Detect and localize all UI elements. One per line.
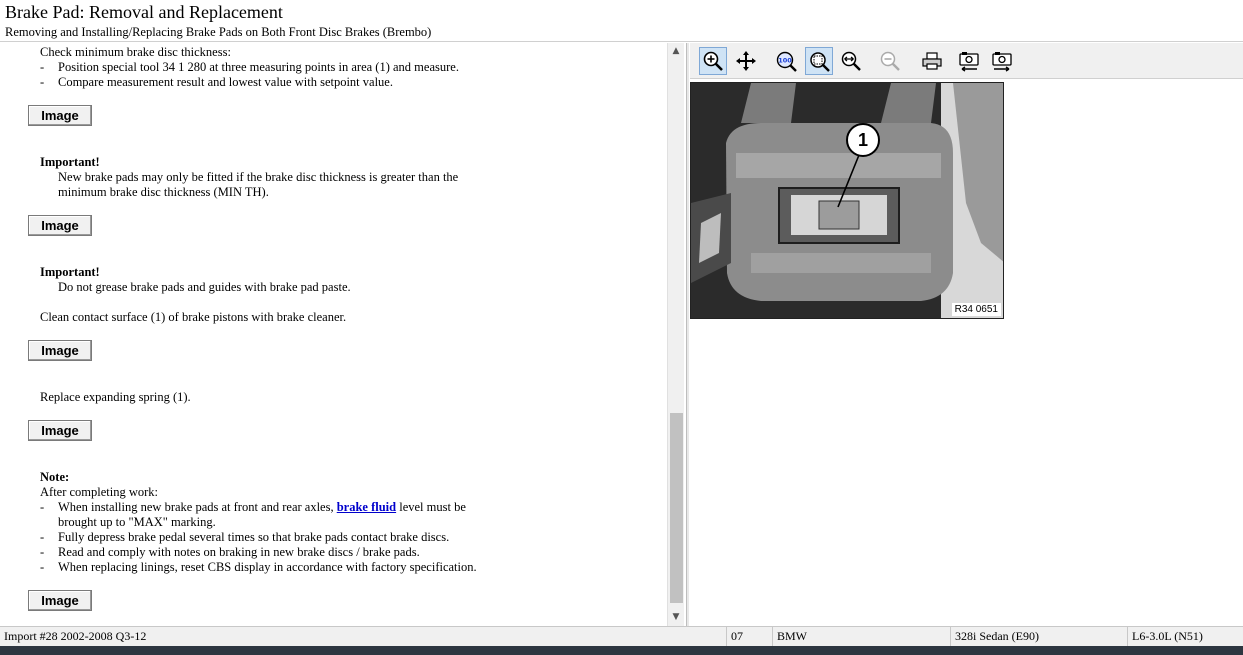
clean-instruction: Clean contact surface (1) of brake pisto… bbox=[40, 310, 347, 324]
print-icon[interactable] bbox=[918, 47, 946, 75]
scroll-down-arrow-icon[interactable]: ▼ bbox=[668, 609, 684, 626]
previous-image-icon[interactable] bbox=[955, 47, 983, 75]
bullet: - bbox=[40, 60, 45, 74]
note-text: level must be bbox=[396, 500, 466, 514]
scroll-thumb[interactable] bbox=[670, 413, 683, 603]
document-header: Brake Pad: Removal and Replacement Remov… bbox=[0, 0, 1243, 42]
page-subtitle: Removing and Installing/Replacing Brake … bbox=[5, 25, 432, 39]
zoom-to-fit-icon[interactable] bbox=[805, 47, 833, 75]
svg-text:100: 100 bbox=[778, 57, 792, 65]
next-image-icon[interactable] bbox=[988, 47, 1016, 75]
bullet: - bbox=[40, 530, 45, 544]
important-heading: Important! bbox=[40, 265, 100, 279]
note-item: When replacing linings, reset CBS displa… bbox=[58, 560, 477, 574]
pane-splitter[interactable] bbox=[686, 43, 689, 626]
brake-fluid-link[interactable]: brake fluid bbox=[337, 500, 396, 514]
image-reference-code: R34 0651 bbox=[951, 303, 1001, 316]
pan-icon[interactable] bbox=[732, 47, 760, 75]
scroll-up-arrow-icon[interactable]: ▲ bbox=[668, 43, 684, 60]
replace-instruction: Replace expanding spring (1). bbox=[40, 390, 191, 404]
page-title: Brake Pad: Removal and Replacement bbox=[5, 2, 283, 22]
note-item: Fully depress brake pedal several times … bbox=[58, 530, 450, 544]
brake-caliper-photo: 1 R34 0651 bbox=[690, 82, 1004, 319]
note-text: When installing new brake pads at front … bbox=[58, 500, 337, 514]
bullet: - bbox=[40, 500, 45, 514]
important-heading: Important! bbox=[40, 155, 100, 169]
bullet: - bbox=[40, 560, 45, 574]
actual-size-icon[interactable]: 100 bbox=[772, 47, 800, 75]
image-button[interactable]: Image bbox=[28, 340, 92, 361]
vehicle-model: 328i Sedan (E90) bbox=[950, 627, 1127, 646]
status-bar: Import #28 2002-2008 Q3-12 07 BMW 328i S… bbox=[0, 626, 1243, 646]
section-code: 07 bbox=[726, 627, 772, 646]
important-text: New brake pads may only be fitted if the… bbox=[58, 170, 459, 184]
bullet: - bbox=[40, 75, 45, 89]
note-item-continuation: brought up to "MAX" marking. bbox=[58, 515, 216, 529]
important-text: minimum brake disc thickness (MIN TH). bbox=[58, 185, 269, 199]
check-item: Compare measurement result and lowest va… bbox=[58, 75, 393, 89]
bullet: - bbox=[40, 545, 45, 559]
image-button[interactable]: Image bbox=[28, 105, 92, 126]
zoom-in-icon[interactable] bbox=[699, 47, 727, 75]
procedure-text-pane[interactable]: Check minimum brake disc thickness: - Po… bbox=[0, 43, 686, 626]
engine-spec: L6-3.0L (N51) bbox=[1127, 627, 1243, 646]
callout-marker: 1 bbox=[846, 123, 880, 157]
image-toolbar: 100 bbox=[690, 43, 1243, 79]
image-viewer[interactable]: 1 R34 0651 bbox=[690, 80, 1243, 626]
vertical-scrollbar[interactable]: ▲ ▼ bbox=[667, 43, 684, 626]
note-item: Read and comply with notes on braking in… bbox=[58, 545, 420, 559]
vehicle-make: BMW bbox=[772, 627, 950, 646]
image-button[interactable]: Image bbox=[28, 215, 92, 236]
note-intro: After completing work: bbox=[40, 485, 159, 499]
image-button[interactable]: Image bbox=[28, 420, 92, 441]
check-item: Position special tool 34 1 280 at three … bbox=[58, 60, 459, 74]
caliper-illustration bbox=[691, 83, 1003, 318]
import-info: Import #28 2002-2008 Q3-12 bbox=[4, 629, 147, 643]
zoom-out-icon[interactable] bbox=[876, 47, 904, 75]
important-text: Do not grease brake pads and guides with… bbox=[58, 280, 351, 294]
note-item: When installing new brake pads at front … bbox=[58, 500, 466, 515]
zoom-width-icon[interactable] bbox=[837, 47, 865, 75]
image-button[interactable]: Image bbox=[28, 590, 92, 611]
note-heading: Note: bbox=[40, 470, 70, 484]
check-heading: Check minimum brake disc thickness: bbox=[40, 45, 231, 59]
os-taskbar bbox=[0, 646, 1243, 655]
